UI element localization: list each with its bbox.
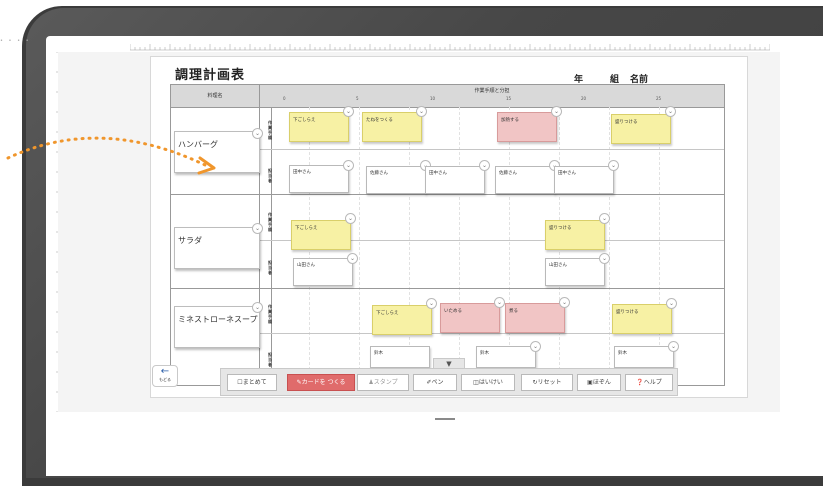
assignee-card[interactable]: 鈴木 [370, 346, 430, 368]
time-tick: 25 [656, 96, 662, 101]
background-button[interactable]: ◫はいけい [461, 374, 515, 391]
assignee-card[interactable]: 佐藤さん [366, 166, 426, 194]
time-tick: 5 [356, 96, 359, 101]
assignee-row-label: 担 当 者 [268, 168, 272, 183]
pen-button[interactable]: ✐ペン [413, 374, 457, 391]
chevron-down-icon[interactable]: ⌄ [252, 302, 263, 313]
chevron-down-icon[interactable]: ⌄ [559, 297, 570, 308]
dish-name-box[interactable]: ミネストローネスープ [174, 306, 260, 348]
step-card[interactable]: 加熱する [497, 112, 557, 142]
chevron-down-icon[interactable]: ⌄ [608, 160, 619, 171]
step-card[interactable]: 盛りつける [545, 220, 605, 250]
subrow-divider [259, 149, 724, 150]
assignee-card[interactable]: 山田さん [545, 258, 605, 286]
time-tick: 10 [430, 96, 436, 101]
group-button[interactable]: ☐まとめて [227, 374, 277, 391]
time-tick: 15 [506, 96, 512, 101]
chevron-down-icon[interactable]: ⌄ [551, 106, 562, 117]
reset-button[interactable]: ↻リセット [521, 374, 573, 391]
save-button[interactable]: ▣ほぞん [577, 374, 621, 391]
help-button[interactable]: ❓ヘルプ [625, 374, 673, 391]
chevron-down-icon[interactable]: ⌄ [479, 160, 490, 171]
dish-name-box[interactable]: サラダ [174, 227, 260, 269]
chevron-down-icon[interactable]: ⌄ [665, 106, 676, 117]
chevron-down-icon[interactable]: ⌄ [599, 213, 610, 224]
help-icon: ❓ [636, 379, 644, 386]
chevron-down-icon[interactable]: ⌄ [343, 106, 354, 117]
chevron-down-icon[interactable]: ⌄ [416, 106, 427, 117]
step-card[interactable]: 下ごしらえ [372, 305, 432, 335]
chevron-down-icon[interactable]: ⌄ [426, 298, 437, 309]
dish-name: サラダ [178, 236, 202, 245]
assignee-card[interactable]: 山田さん [293, 258, 353, 286]
stamp-button[interactable]: ♟スタンプ [357, 374, 409, 391]
table-header: 料理名 作業手順と分担 0 5 10 15 20 25 [171, 85, 724, 108]
dish-column-header: 料理名 [171, 85, 260, 107]
steps-row-label: 作 業 手 順 [268, 212, 272, 232]
chevron-down-icon[interactable]: ⌄ [343, 160, 354, 171]
chevron-down-icon[interactable]: ⌄ [347, 253, 358, 264]
page-indicator [435, 418, 455, 420]
decorative-dots: • • • • [0, 38, 31, 44]
assignee-card[interactable]: 田中さん [554, 166, 614, 194]
assignee-card[interactable]: 田中さん [425, 166, 485, 194]
chevron-down-icon[interactable]: ⌄ [668, 341, 679, 352]
step-card[interactable]: 盛りつける [611, 114, 671, 144]
sheet-title: 調理計画表 [175, 68, 246, 83]
assignee-card[interactable]: 田中さん [289, 165, 349, 193]
chevron-down-icon[interactable]: ⌄ [494, 297, 505, 308]
step-card[interactable]: 下ごしらえ [291, 220, 351, 250]
assignee-card[interactable]: 鈴木 [614, 346, 674, 368]
chevron-down-icon[interactable]: ⌄ [666, 298, 677, 309]
make-card-button[interactable]: ✎カードを つくる [287, 374, 355, 391]
step-card[interactable]: いためる [440, 303, 500, 333]
pointer-arrow [6, 136, 216, 175]
chevron-down-icon[interactable]: ⌄ [599, 253, 610, 264]
chevron-down-icon[interactable]: ⌄ [252, 128, 263, 139]
step-card[interactable]: たねをつくる [362, 112, 422, 142]
chevron-down-icon[interactable]: ⌄ [252, 223, 263, 234]
top-ruler [130, 44, 770, 51]
time-tick: 20 [581, 96, 587, 101]
steps-row-label: 作 業 手 順 [268, 304, 272, 324]
back-button-label: もどる [159, 377, 171, 382]
back-arrow-icon: ← [160, 366, 170, 377]
row-divider [171, 194, 724, 195]
dish-name: ミネストローネスープ [178, 315, 258, 324]
steps-row-label: 作 業 手 順 [268, 120, 272, 140]
assignee-row-label: 担 当 者 [268, 260, 272, 275]
chevron-down-icon[interactable]: ⌄ [530, 341, 541, 352]
assignee-card[interactable]: 鈴木 [476, 346, 536, 368]
back-button[interactable]: ← もどる [152, 365, 178, 387]
step-card[interactable]: 盛りつける [612, 304, 672, 334]
assignee-row-label: 担 当 者 [268, 352, 272, 367]
time-tick: 0 [283, 96, 286, 101]
chevron-down-icon[interactable]: ⌄ [345, 213, 356, 224]
step-card[interactable]: 下ごしらえ [289, 112, 349, 142]
assignee-card[interactable]: 佐藤さん [495, 166, 555, 194]
step-card[interactable]: 煮る [505, 303, 565, 333]
bottom-toolbar: ☐まとめて ✎カードを つくる ♟スタンプ ✐ペン ◫はいけい ↻リセット ▣ほ… [220, 368, 678, 396]
row-divider [171, 288, 724, 289]
work-column-header: 作業手順と分担 [474, 88, 510, 94]
